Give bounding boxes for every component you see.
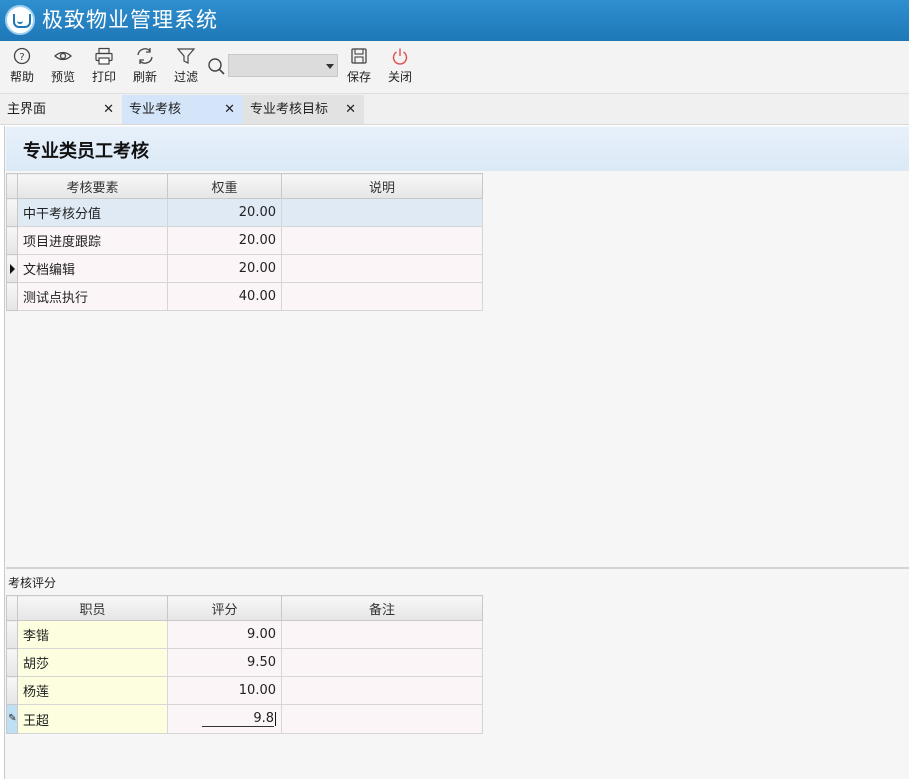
- page-heading: 专业类员工考核: [6, 127, 909, 171]
- close-icon[interactable]: ✕: [224, 95, 235, 124]
- column-header[interactable]: 说明: [281, 173, 483, 199]
- preview-label: 预览: [50, 70, 75, 84]
- page-title: 专业类员工考核: [23, 141, 149, 162]
- row-indicator[interactable]: [6, 676, 18, 705]
- tab-label: 专业考核目标: [250, 102, 329, 117]
- note-cell[interactable]: [281, 226, 483, 255]
- weight-cell[interactable]: 20.00: [167, 254, 282, 283]
- filter-button[interactable]: 过滤: [167, 45, 205, 89]
- tab-label: 专业考核: [129, 102, 182, 117]
- filter-label: 过滤: [173, 70, 198, 84]
- refresh-button[interactable]: 刷新: [126, 45, 164, 89]
- table-row[interactable]: 李锴 9.00: [6, 620, 483, 649]
- column-header[interactable]: 评分: [167, 595, 282, 621]
- tab-assessment-targets[interactable]: 专业考核目标 ✕: [243, 95, 364, 124]
- app-logo: [5, 5, 35, 35]
- svg-text:?: ?: [19, 52, 24, 63]
- help-icon: ?: [13, 47, 31, 65]
- tab-professional-assessment[interactable]: 专业考核 ✕: [122, 95, 243, 124]
- help-label: 帮助: [9, 70, 34, 84]
- scores-table: 职员 评分 备注 李锴 9.00 胡莎 9.50 杨莲 10.00 ✎ 王超 9…: [6, 595, 483, 734]
- score-cell-editing[interactable]: 9.8: [167, 704, 282, 734]
- row-indicator-header: [6, 173, 18, 199]
- table-row[interactable]: 杨莲 10.00: [6, 676, 483, 705]
- print-button[interactable]: 打印: [85, 45, 123, 89]
- item-cell[interactable]: 文档编辑: [17, 254, 168, 283]
- table-row-editing[interactable]: ✎ 王超 9.8: [6, 704, 483, 734]
- note-cell[interactable]: [281, 198, 483, 227]
- chevron-down-icon[interactable]: [326, 64, 334, 69]
- item-cell[interactable]: 项目进度跟踪: [17, 226, 168, 255]
- close-icon[interactable]: ✕: [103, 95, 114, 124]
- current-row-arrow-icon: [9, 263, 15, 274]
- app-title: 极致物业管理系统: [42, 8, 218, 32]
- refresh-icon: [137, 48, 153, 64]
- row-indicator[interactable]: [6, 226, 18, 255]
- note-cell[interactable]: [281, 282, 483, 311]
- save-icon: [351, 48, 367, 64]
- save-label: 保存: [346, 70, 371, 84]
- search-icon[interactable]: [207, 57, 227, 77]
- remark-cell[interactable]: [281, 648, 483, 677]
- pencil-icon: ✎: [7, 705, 17, 733]
- column-header[interactable]: 考核要素: [17, 173, 168, 199]
- section-caption: 考核评分: [8, 576, 57, 590]
- row-indicator[interactable]: ✎: [6, 704, 18, 734]
- row-indicator[interactable]: [6, 198, 18, 227]
- column-header[interactable]: 权重: [167, 173, 282, 199]
- item-cell[interactable]: 中干考核分值: [17, 198, 168, 227]
- score-cell[interactable]: 9.50: [167, 648, 282, 677]
- employee-cell[interactable]: 杨莲: [17, 676, 168, 705]
- filter-icon: [176, 48, 196, 64]
- tab-label: 主界面: [7, 102, 47, 117]
- employee-cell[interactable]: 王超: [17, 704, 168, 734]
- table-row[interactable]: 中干考核分值 20.00: [6, 198, 483, 227]
- employee-cell[interactable]: 胡莎: [17, 648, 168, 677]
- table-row-current[interactable]: 文档编辑 20.00: [6, 254, 483, 283]
- remark-cell[interactable]: [281, 676, 483, 705]
- text-caret: [275, 711, 276, 726]
- power-icon: [392, 48, 408, 65]
- weight-cell[interactable]: 40.00: [167, 282, 282, 311]
- item-cell[interactable]: 测试点执行: [17, 282, 168, 311]
- save-button[interactable]: 保存: [340, 45, 378, 89]
- eye-icon: [54, 51, 72, 61]
- close-label: 关闭: [387, 70, 412, 84]
- remark-cell[interactable]: [281, 704, 483, 734]
- tab-bar: 主界面 ✕ 专业考核 ✕ 专业考核目标 ✕: [0, 94, 909, 125]
- print-label: 打印: [91, 70, 116, 84]
- section-divider[interactable]: [6, 567, 909, 569]
- row-indicator[interactable]: [6, 620, 18, 649]
- row-indicator[interactable]: [6, 648, 18, 677]
- toolbar: ? 帮助 预览 打印 刷新 过滤 保存 关闭: [0, 41, 909, 94]
- weight-cell[interactable]: 20.00: [167, 198, 282, 227]
- employee-cell[interactable]: 李锴: [17, 620, 168, 649]
- close-icon[interactable]: ✕: [345, 95, 356, 124]
- title-bar: 极致物业管理系统: [0, 0, 909, 41]
- score-cell[interactable]: 9.00: [167, 620, 282, 649]
- search-combo[interactable]: [228, 54, 338, 77]
- table-row[interactable]: 测试点执行 40.00: [6, 282, 483, 311]
- column-header[interactable]: 职员: [17, 595, 168, 621]
- tab-main[interactable]: 主界面 ✕: [0, 95, 122, 124]
- row-indicator[interactable]: [6, 282, 18, 311]
- score-cell[interactable]: 10.00: [167, 676, 282, 705]
- refresh-label: 刷新: [132, 70, 157, 84]
- score-input[interactable]: 9.8: [202, 712, 274, 727]
- column-header[interactable]: 备注: [281, 595, 483, 621]
- main-content: 专业类员工考核 考核要素 权重 说明 中干考核分值 20.00 项目进度跟踪 2…: [4, 126, 909, 779]
- criteria-table: 考核要素 权重 说明 中干考核分值 20.00 项目进度跟踪 20.00 文档编…: [6, 173, 483, 311]
- row-indicator-header: [6, 595, 18, 621]
- note-cell[interactable]: [281, 254, 483, 283]
- table-row[interactable]: 项目进度跟踪 20.00: [6, 226, 483, 255]
- help-button[interactable]: ? 帮助: [3, 45, 41, 89]
- remark-cell[interactable]: [281, 620, 483, 649]
- printer-icon: [95, 47, 113, 65]
- weight-cell[interactable]: 20.00: [167, 226, 282, 255]
- close-button[interactable]: 关闭: [381, 45, 419, 89]
- row-indicator[interactable]: [6, 254, 18, 283]
- preview-button[interactable]: 预览: [44, 45, 82, 89]
- table-row[interactable]: 胡莎 9.50: [6, 648, 483, 677]
